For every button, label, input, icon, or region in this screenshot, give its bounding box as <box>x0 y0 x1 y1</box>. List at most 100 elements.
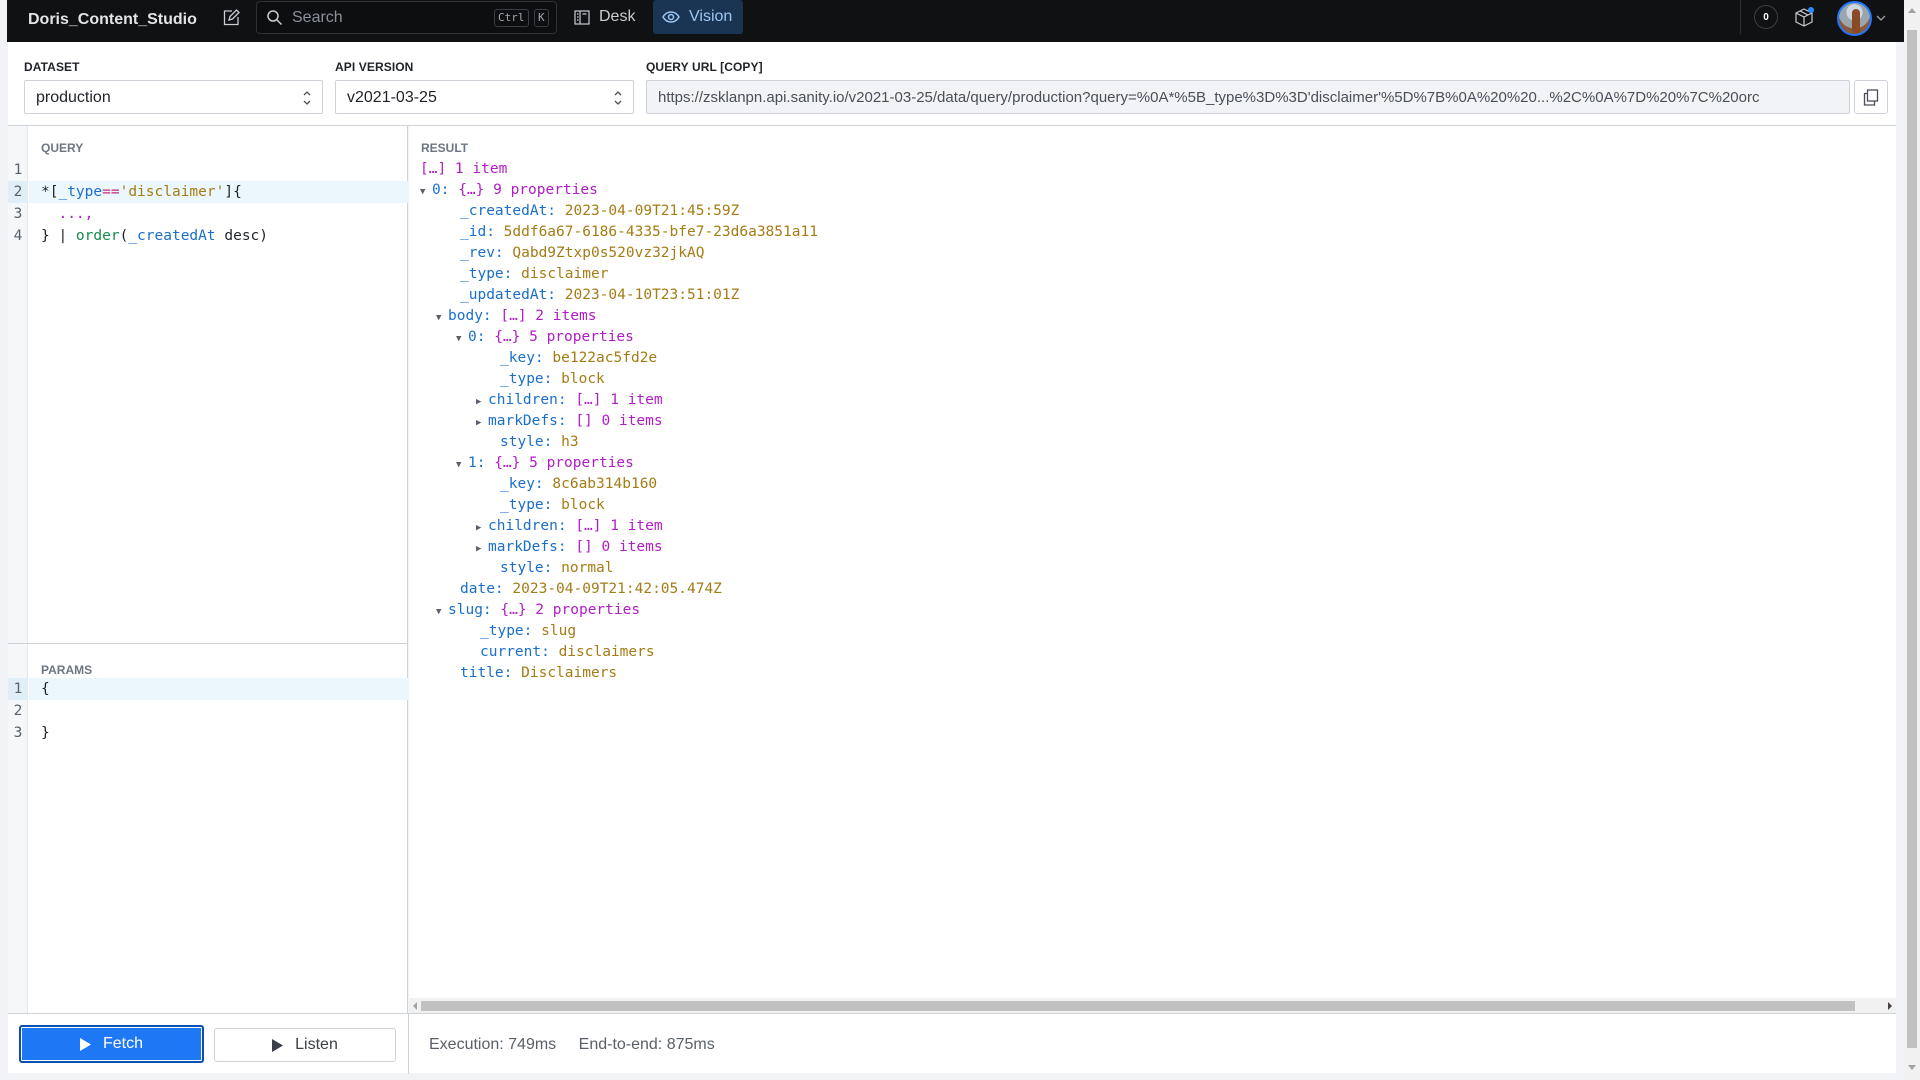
expand-caret-icon[interactable]: ▼ <box>456 329 468 350</box>
result-tree-row: […] 1 item <box>420 159 818 180</box>
result-meta: […] 2 items <box>500 308 597 324</box>
result-tree-row[interactable]: ▶ children: […] 1 item <box>420 390 818 411</box>
scrollbar-thumb[interactable] <box>1907 30 1917 1048</box>
expand-caret-icon[interactable]: ▼ <box>420 182 432 203</box>
result-meta: {…} 5 properties <box>494 329 634 345</box>
edit-button[interactable] <box>220 6 242 28</box>
notification-count-badge[interactable]: 0 <box>1754 5 1778 29</box>
result-horizontal-scrollbar[interactable] <box>409 998 1896 1013</box>
scroll-up-arrow[interactable] <box>1908 8 1916 13</box>
left-edge-strip <box>0 0 7 42</box>
result-meta: {…} 5 properties <box>494 455 634 471</box>
result-value: disclaimer <box>521 266 609 282</box>
updates-button[interactable] <box>1792 5 1816 31</box>
result-meta: {…} 9 properties <box>458 182 598 198</box>
fetch-button[interactable]: Fetch <box>19 1025 204 1063</box>
query-url-label[interactable]: QUERY URL [COPY] <box>646 60 763 74</box>
result-key: _key: <box>500 350 544 366</box>
result-key: 0: <box>468 329 486 345</box>
page-scrollbar[interactable] <box>1904 0 1920 1080</box>
params-editor[interactable]: 1 2 3 { } <box>8 678 408 998</box>
result-value: 2023-04-09T21:42:05.474Z <box>512 581 722 597</box>
tab-desk[interactable]: Desk <box>565 0 644 34</box>
select-chevrons-icon <box>303 91 311 105</box>
params-line-3: } <box>41 725 50 741</box>
line-number: 3 <box>13 206 23 222</box>
copy-url-button[interactable] <box>1854 80 1888 114</box>
result-key: _id: <box>460 224 495 240</box>
result-value: Qabd9Ztxp0s520vz32jkAQ <box>512 245 705 261</box>
expand-caret-icon[interactable]: ▼ <box>456 455 468 476</box>
chevron-down-icon[interactable] <box>1876 14 1886 22</box>
result-tree-row[interactable]: ▼ 0: {…} 9 properties <box>420 180 818 201</box>
line-number: 4 <box>13 228 23 244</box>
expand-caret-icon[interactable]: ▼ <box>436 602 448 623</box>
query-line-2: *[_type=='disclaimer']{ <box>41 184 242 200</box>
result-tree-row[interactable]: ▶ children: […] 1 item <box>420 516 818 537</box>
params-divider[interactable] <box>8 643 408 644</box>
listen-button[interactable]: Listen <box>214 1028 396 1062</box>
result-tree-row[interactable]: ▼ 1: {…} 5 properties <box>420 453 818 474</box>
search-input[interactable]: Search Ctrl K <box>256 1 557 34</box>
result-tree-row: current: disclaimers <box>420 642 818 663</box>
result-tree-row[interactable]: ▼ body: […] 2 items <box>420 306 818 327</box>
result-key: children: <box>488 392 567 408</box>
query-pane: QUERY 1 2 3 4 *[_type=='disclaimer']{ ..… <box>8 126 408 1014</box>
result-value: be122ac5fd2e <box>552 350 658 366</box>
result-label: RESULT <box>421 141 469 155</box>
user-avatar[interactable] <box>1837 1 1872 36</box>
result-key: slug: <box>448 602 492 618</box>
result-meta: [] 0 items <box>575 413 663 429</box>
tab-vision-label: Vision <box>689 8 733 25</box>
api-version-select[interactable]: v2021-03-25 <box>335 80 634 114</box>
dataset-select[interactable]: production <box>24 80 323 114</box>
api-version-value: v2021-03-25 <box>347 89 437 106</box>
scroll-right-arrow[interactable] <box>1888 1002 1892 1010</box>
result-key: _rev: <box>460 245 504 261</box>
result-tree-row[interactable]: ▶ markDefs: [] 0 items <box>420 537 818 558</box>
result-key: _type: <box>500 371 553 387</box>
collapse-caret-icon[interactable]: ▶ <box>476 413 488 434</box>
result-key: style: <box>500 560 553 576</box>
scroll-left-arrow[interactable] <box>413 1002 417 1010</box>
result-tree-row: _id: 5ddf6a67-6186-4335-bfe7-23d6a3851a1… <box>420 222 818 243</box>
result-tree-row[interactable]: ▼ 0: {…} 5 properties <box>420 327 818 348</box>
play-icon <box>272 1038 284 1052</box>
search-placeholder: Search <box>292 9 343 26</box>
query-editor[interactable]: 1 2 3 4 *[_type=='disclaimer']{ ..., } |… <box>8 159 408 639</box>
line-number: 3 <box>13 725 23 741</box>
expand-caret-icon[interactable]: ▼ <box>436 308 448 329</box>
result-tree-row: _type: block <box>420 369 818 390</box>
result-key: _type: <box>460 266 513 282</box>
pencil-square-icon <box>223 8 240 25</box>
query-label: QUERY <box>41 141 84 155</box>
result-meta: [] 0 items <box>575 539 663 555</box>
tab-vision[interactable]: Vision <box>653 0 743 34</box>
result-pane: RESULT […] 1 item ▼ 0: {…} 9 properties _cr… <box>409 126 1896 1014</box>
query-url-field[interactable]: https://zsklanpn.api.sanity.io/v2021-03-… <box>646 80 1850 114</box>
result-key: title: <box>460 665 513 681</box>
result-tree-row: _rev: Qabd9Ztxp0s520vz32jkAQ <box>420 243 818 264</box>
kbd-k: K <box>534 9 549 27</box>
nav-divider <box>1740 0 1741 34</box>
collapse-caret-icon[interactable]: ▶ <box>476 392 488 413</box>
result-value: block <box>561 371 605 387</box>
result-meta: […] 1 item <box>575 518 663 534</box>
collapse-caret-icon[interactable]: ▶ <box>476 539 488 560</box>
result-tree-row: _type: block <box>420 495 818 516</box>
scrollbar-thumb[interactable] <box>421 1001 1855 1011</box>
play-icon <box>79 1037 91 1051</box>
result-tree-row[interactable]: ▶ markDefs: [] 0 items <box>420 411 818 432</box>
scroll-down-arrow[interactable] <box>1908 1065 1916 1070</box>
result-key: _updatedAt: <box>460 287 557 303</box>
result-tree-row[interactable]: ▼ slug: {…} 2 properties <box>420 600 818 621</box>
studio-title[interactable]: Doris_Content_Studio <box>28 9 197 31</box>
result-key: children: <box>488 518 567 534</box>
end-to-end-time: End-to-end: 875ms <box>578 1036 715 1053</box>
result-value: 2023-04-09T21:45:59Z <box>564 203 740 219</box>
dataset-label: DATASET <box>24 60 80 74</box>
result-tree-row: _type: disclaimer <box>420 264 818 285</box>
collapse-caret-icon[interactable]: ▶ <box>476 518 488 539</box>
result-tree-row: style: normal <box>420 558 818 579</box>
result-tree-row: _key: 8c6ab314b160 <box>420 474 818 495</box>
